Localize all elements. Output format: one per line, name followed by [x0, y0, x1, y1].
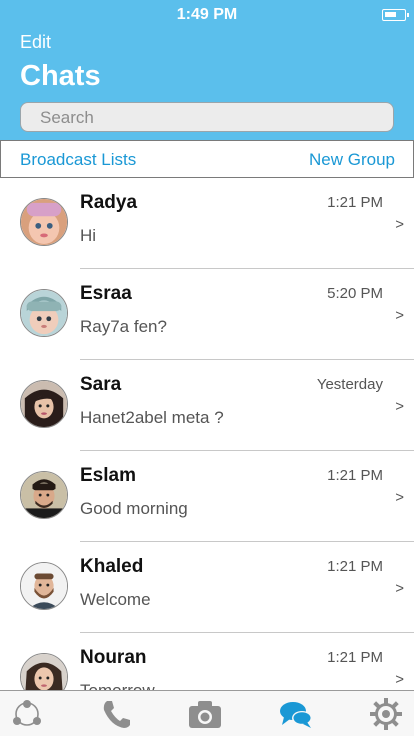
phone-icon[interactable]	[99, 698, 133, 730]
chat-message: Welcome	[80, 590, 151, 609]
chat-message: Hanet2abel meta ?	[80, 408, 224, 427]
new-group-link[interactable]: New Group	[309, 150, 395, 170]
chat-name: Sara	[80, 374, 122, 395]
chat-message: Hi	[80, 226, 97, 245]
chevron-right-icon: >	[395, 671, 404, 688]
search-input[interactable]: Search	[20, 102, 394, 132]
settings-icon[interactable]	[369, 698, 403, 730]
chevron-right-icon: >	[395, 216, 404, 233]
chevron-right-icon: >	[395, 580, 404, 597]
battery-icon	[382, 9, 409, 21]
avatar	[20, 562, 68, 610]
header: 1:49 PM Edit Chats Search	[0, 0, 414, 140]
chat-name: Esraa	[80, 283, 132, 304]
chevron-right-icon: >	[395, 307, 404, 324]
chat-time: 1:21 PM	[327, 467, 383, 484]
chat-message: Ray7a fen?	[80, 317, 167, 336]
chat-row[interactable]: Sara Yesterday Hanet2abel meta ? >	[0, 360, 414, 451]
chat-name: Khaled	[80, 556, 144, 577]
chat-time: 5:20 PM	[327, 285, 383, 302]
chat-time: 1:21 PM	[327, 558, 383, 575]
chat-list: Radya 1:21 PM Hi > Esraa 5:20 PM Ray7a f…	[0, 178, 414, 690]
chat-name: Radya	[80, 192, 138, 213]
avatar	[20, 380, 68, 428]
chat-row[interactable]: Radya 1:21 PM Hi >	[0, 178, 414, 269]
avatar	[20, 289, 68, 337]
contacts-icon[interactable]	[10, 698, 44, 730]
status-time: 1:49 PM	[176, 6, 238, 23]
chat-time: 1:21 PM	[327, 194, 383, 211]
chevron-right-icon: >	[395, 398, 404, 415]
chat-row[interactable]: Khaled 1:21 PM Welcome >	[0, 542, 414, 633]
edit-button[interactable]: Edit	[20, 32, 51, 53]
chat-message: Tomorrow	[80, 681, 155, 690]
chats-icon[interactable]	[279, 698, 313, 730]
avatar	[20, 471, 68, 519]
tab-bar	[0, 690, 414, 736]
avatar	[20, 653, 68, 690]
camera-icon[interactable]	[188, 698, 222, 730]
avatar	[20, 198, 68, 246]
chat-message: Good morning	[80, 499, 188, 518]
chat-row[interactable]: Esraa 5:20 PM Ray7a fen? >	[0, 269, 414, 360]
chat-name: Nouran	[80, 647, 147, 668]
links-bar: Broadcast Lists New Group	[0, 140, 414, 178]
chat-row[interactable]: Eslam 1:21 PM Good morning >	[0, 451, 414, 542]
chat-time: Yesterday	[316, 376, 383, 393]
page-title: Chats	[20, 60, 101, 92]
chat-name: Eslam	[80, 465, 136, 486]
broadcast-lists-link[interactable]: Broadcast Lists	[20, 150, 136, 170]
chevron-right-icon: >	[395, 489, 404, 506]
chat-time: 1:21 PM	[327, 649, 383, 666]
chat-row[interactable]: Nouran 1:21 PM Tomorrow >	[0, 633, 414, 690]
